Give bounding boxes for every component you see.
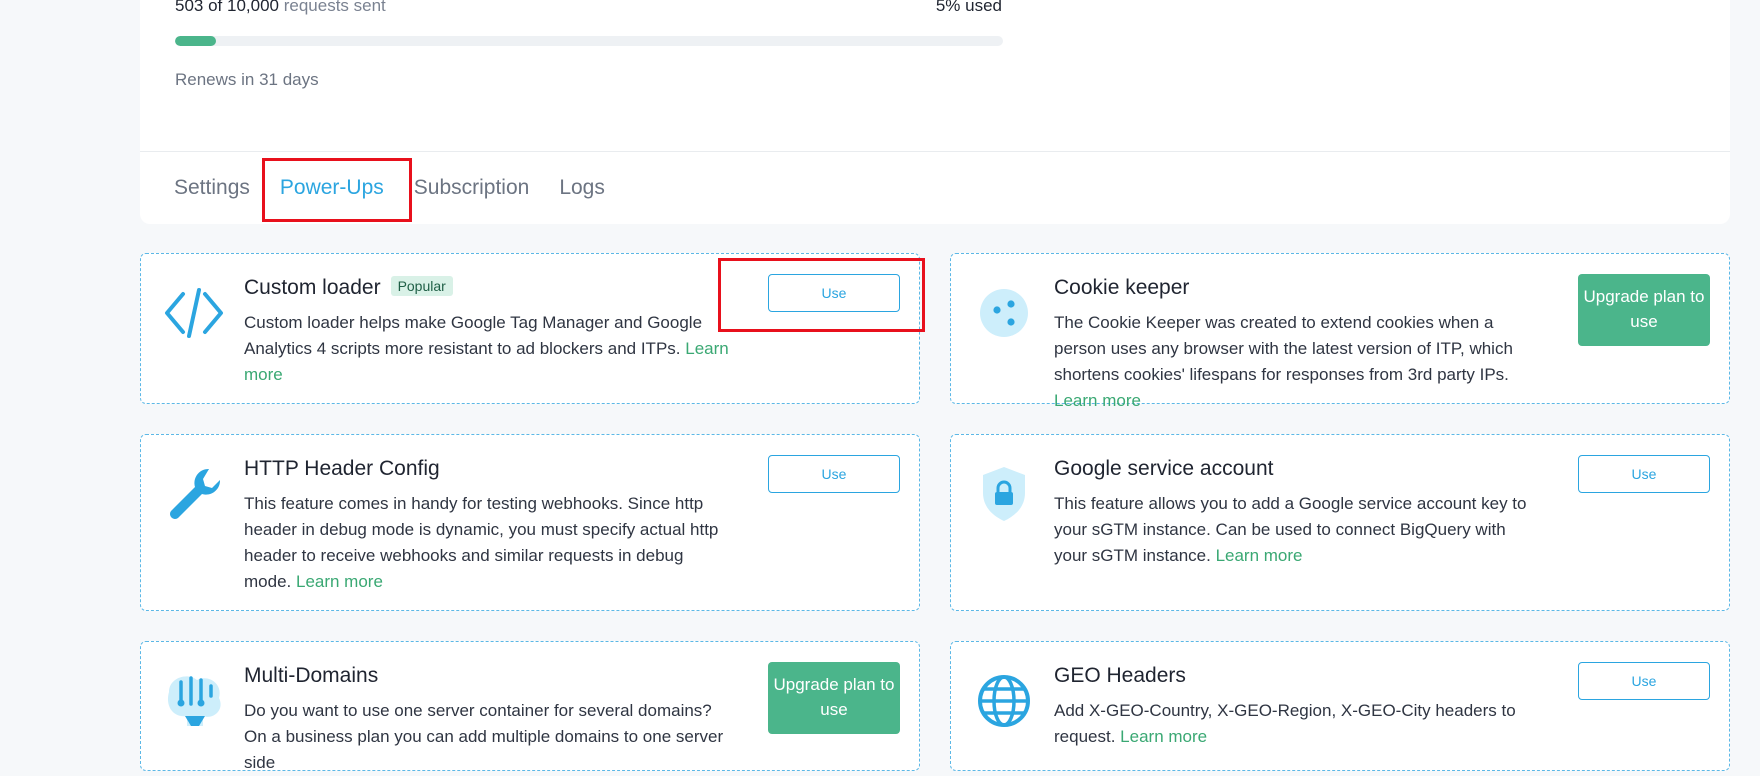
card-title: Custom loader Popular bbox=[244, 276, 453, 300]
cookie-icon bbox=[973, 282, 1035, 344]
code-icon bbox=[163, 282, 225, 344]
card-description: Add X-GEO-Country, X-GEO-Region, X-GEO-C… bbox=[1054, 698, 1539, 750]
requests-suffix: requests sent bbox=[283, 0, 386, 15]
shield-lock-icon bbox=[973, 463, 1035, 525]
use-button[interactable]: Use bbox=[768, 274, 900, 312]
tab-power-ups[interactable]: Power-Ups bbox=[280, 176, 384, 200]
learn-more-link[interactable]: Learn more bbox=[296, 572, 383, 591]
card-description-text: Custom loader helps make Google Tag Mana… bbox=[244, 313, 703, 358]
card-title: Multi-Domains bbox=[244, 664, 379, 687]
popular-badge: Popular bbox=[390, 276, 453, 296]
wrench-icon bbox=[163, 463, 225, 525]
powerup-card-google-service-account: Google service account This feature allo… bbox=[950, 434, 1730, 611]
card-description: This feature allows you to add a Google … bbox=[1054, 491, 1539, 569]
card-title: HTTP Header Config bbox=[244, 457, 440, 480]
card-title-text: Custom loader bbox=[244, 276, 381, 299]
card-description-text: The Cookie Keeper was created to extend … bbox=[1054, 313, 1513, 384]
usage-summary: 503 of 10,000 requests sent bbox=[175, 0, 386, 16]
card-description: Do you want to use one server container … bbox=[244, 701, 724, 772]
tab-logs[interactable]: Logs bbox=[559, 176, 605, 200]
learn-more-link[interactable]: Learn more bbox=[1120, 727, 1207, 746]
usage-progress-bar bbox=[175, 36, 1003, 46]
renews-text: Renews in 31 days bbox=[175, 70, 319, 89]
use-button[interactable]: Use bbox=[768, 455, 900, 493]
powerup-card-custom-loader: Custom loader Popular Custom loader helps… bbox=[140, 253, 920, 404]
powerup-card-cookie-keeper: Cookie keeper The Cookie Keeper was crea… bbox=[950, 253, 1730, 410]
usage-panel: Settings Power-Ups Subscription Logs bbox=[140, 0, 1730, 224]
tab-bar: Settings Power-Ups Subscription Logs bbox=[174, 176, 635, 200]
tab-subscription[interactable]: Subscription bbox=[414, 176, 530, 200]
card-description: The Cookie Keeper was created to extend … bbox=[1054, 310, 1539, 414]
powerup-card-multi-domains: Multi-Domains Do you want to use one ser… bbox=[140, 641, 920, 772]
tabs-divider bbox=[140, 151, 1730, 152]
upgrade-plan-button[interactable]: Upgrade plan to use bbox=[768, 662, 900, 734]
usage-progress-fill bbox=[175, 36, 217, 46]
card-description: Custom loader helps make Google Tag Mana… bbox=[244, 310, 729, 388]
card-description: This feature comes in handy for testing … bbox=[244, 491, 729, 595]
card-title: Google service account bbox=[1054, 457, 1274, 480]
card-title: Cookie keeper bbox=[1054, 276, 1190, 299]
globe-icon bbox=[973, 670, 1035, 732]
card-title: GEO Headers bbox=[1054, 664, 1186, 687]
learn-more-link[interactable]: Learn more bbox=[1054, 391, 1141, 410]
multi-domain-icon bbox=[163, 670, 225, 732]
powerup-card-http-header-config: HTTP Header Config This feature comes in… bbox=[140, 434, 920, 611]
use-button[interactable]: Use bbox=[1578, 662, 1710, 700]
use-button[interactable]: Use bbox=[1578, 455, 1710, 493]
powerup-card-geo-headers: GEO Headers Add X-GEO-Country, X-GEO-Reg… bbox=[950, 641, 1730, 771]
requests-count: 503 of 10,000 bbox=[175, 0, 279, 15]
upgrade-plan-button[interactable]: Upgrade plan to use bbox=[1578, 274, 1710, 346]
usage-percent: 5% used bbox=[935, 0, 1002, 15]
tab-settings[interactable]: Settings bbox=[174, 176, 250, 200]
learn-more-link[interactable]: Learn more bbox=[1216, 546, 1303, 565]
